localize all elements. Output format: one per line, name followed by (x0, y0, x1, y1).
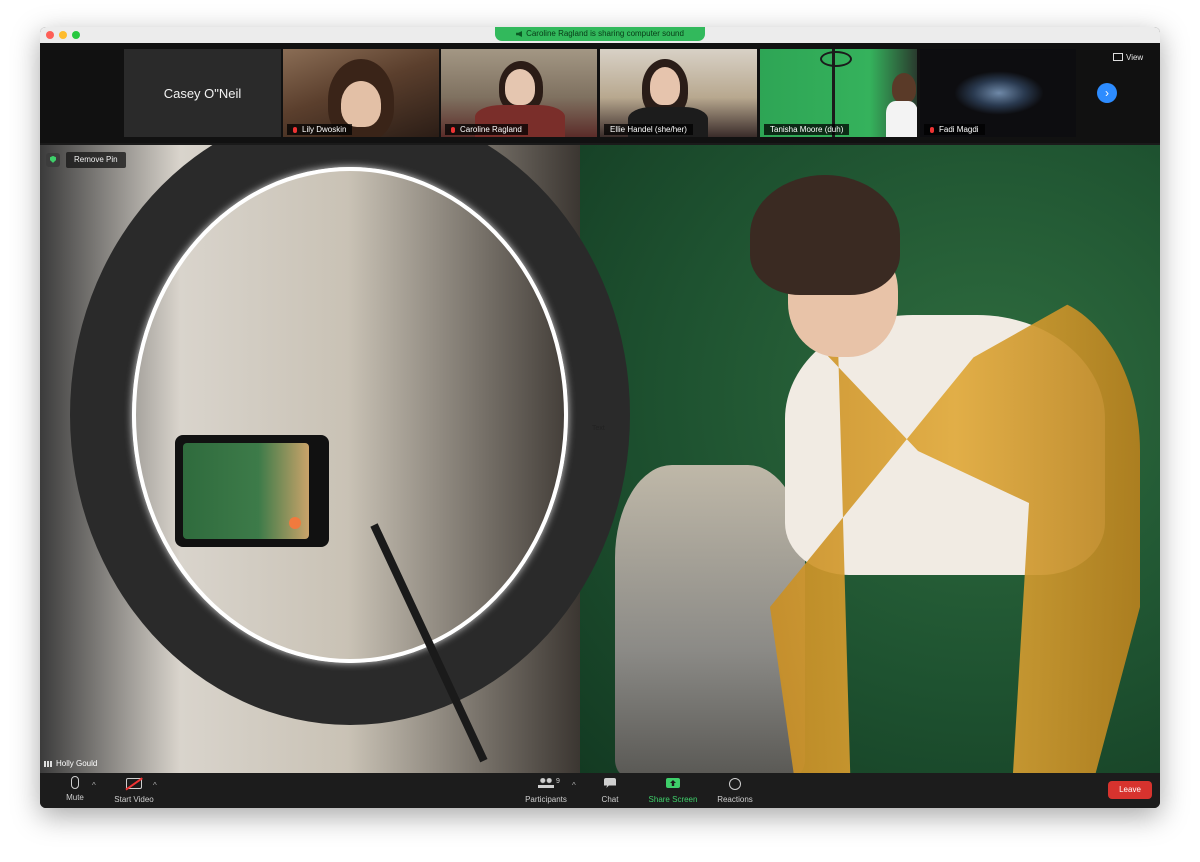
video-off-icon (126, 778, 142, 789)
chevron-right-icon: › (1105, 86, 1109, 100)
meeting-toolbar: Mute ^ Start Video ^ 9 Participants ^ Ch… (40, 773, 1160, 808)
participant-tile[interactable]: Casey O"Neil (124, 49, 281, 137)
start-video-label: Start Video (114, 795, 154, 804)
participant-name-label: Tanisha Moore (duh) (764, 124, 850, 135)
reactions-label: Reactions (717, 795, 753, 804)
floating-text: Text (592, 425, 605, 432)
reactions-icon (729, 778, 741, 790)
chat-label: Chat (601, 795, 619, 804)
participant-face (341, 81, 381, 127)
participants-button[interactable]: 9 Participants (516, 776, 576, 804)
participant-face (892, 73, 916, 103)
participants-icon (538, 778, 554, 788)
ring-light-glow (132, 167, 568, 663)
chat-icon (604, 778, 616, 788)
title-bar: Caroline Ragland is sharing computer sou… (40, 27, 1160, 43)
close-window-button[interactable] (46, 31, 54, 39)
zoom-window-button[interactable] (72, 31, 80, 39)
sharing-sound-text: Caroline Ragland is sharing computer sou… (526, 29, 684, 38)
participant-body (886, 101, 917, 137)
minimize-window-button[interactable] (59, 31, 67, 39)
participant-name-large: Casey O"Neil (163, 86, 242, 101)
participant-video (954, 71, 1044, 115)
pin-shield-icon[interactable] (46, 152, 60, 167)
audio-options-caret[interactable]: ^ (92, 781, 96, 790)
remove-pin-label[interactable]: Remove Pin (66, 151, 126, 168)
mic-muted-icon (293, 127, 297, 133)
participant-tile[interactable]: Caroline Ragland (441, 49, 597, 137)
sharing-sound-banner: Caroline Ragland is sharing computer sou… (495, 27, 705, 41)
mic-muted-icon (451, 127, 455, 133)
main-speaker (750, 175, 1160, 773)
participants-options-caret[interactable]: ^ (572, 781, 576, 790)
main-video: Text Remove Pin Holly Gould (40, 145, 1160, 773)
record-icon (289, 517, 301, 529)
share-screen-icon (666, 778, 680, 788)
view-button[interactable]: View (1113, 51, 1153, 65)
mute-label: Mute (66, 793, 84, 802)
share-screen-label: Share Screen (648, 795, 698, 804)
participant-name-label: Ellie Handel (she/her) (604, 124, 693, 135)
mute-button[interactable]: Mute (55, 776, 95, 802)
view-icon (1113, 53, 1123, 61)
participants-count: 9 (556, 778, 560, 785)
signal-bars-icon (44, 761, 52, 767)
leave-button[interactable]: Leave (1108, 781, 1152, 799)
participant-tile[interactable]: Lily Dwoskin (283, 49, 439, 137)
participant-tile[interactable]: Tanisha Moore (duh) (760, 49, 917, 137)
speaker-hair (750, 175, 900, 295)
participant-face (650, 67, 680, 105)
participant-tile[interactable]: Ellie Handel (she/her) (600, 49, 757, 137)
speaker-name-label: Holly Gould (44, 759, 97, 768)
participants-label: Participants (525, 795, 567, 804)
share-screen-button[interactable]: Share Screen (640, 776, 706, 804)
zoom-window: Caroline Ragland is sharing computer sou… (40, 27, 1160, 808)
ring-light (820, 51, 852, 67)
mic-muted-icon (930, 127, 934, 133)
participant-face (505, 69, 535, 105)
video-options-caret[interactable]: ^ (153, 781, 157, 790)
participant-tile[interactable]: Fadi Magdi (920, 49, 1076, 137)
remove-pin-control[interactable]: Remove Pin (46, 151, 126, 169)
chat-button[interactable]: Chat (592, 776, 628, 804)
phone-on-tripod (175, 435, 329, 547)
mic-icon (71, 776, 79, 789)
participant-name-label: Fadi Magdi (924, 124, 985, 135)
participant-name-label: Caroline Ragland (445, 124, 528, 135)
gallery-strip: Casey O"Neil Lily Dwoskin Caroline Ragla… (40, 43, 1160, 143)
speaker-icon (516, 31, 523, 37)
participant-name-label: Lily Dwoskin (287, 124, 353, 135)
reactions-button[interactable]: Reactions (711, 776, 759, 804)
next-page-button[interactable]: › (1097, 83, 1117, 103)
